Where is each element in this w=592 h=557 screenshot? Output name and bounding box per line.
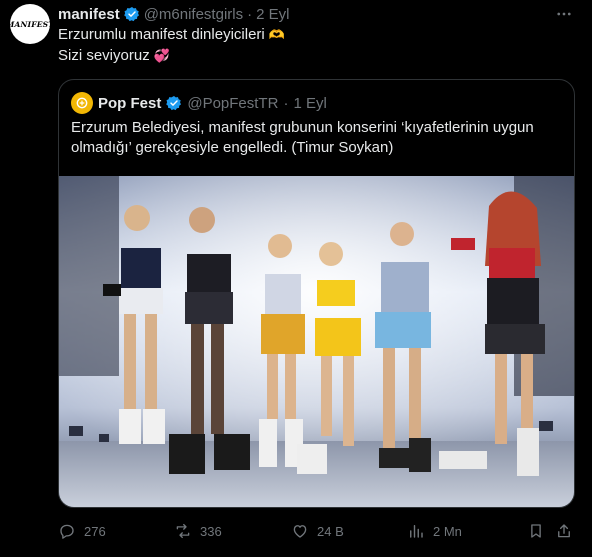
quote-header: Pop Fest @PopFestTR · 1 Eyl [71,92,327,114]
tweet-text-line-2: Sizi seviyoruz 💞 [58,46,170,66]
bookmark-button[interactable] [527,520,545,542]
views-button[interactable]: 2 Mn [407,520,462,542]
like-count: 24 B [317,523,344,539]
tweet-date[interactable]: 2 Eyl [256,6,289,23]
tweet-text-2: Sizi seviyoruz [58,47,150,64]
verified-badge-icon [166,96,182,111]
reply-count: 276 [84,523,106,539]
tweet[interactable]: MANIFEST manifest @m6nifestgirls · 2 Eyl… [0,0,592,557]
repost-count: 336 [200,523,222,539]
more-dots-icon[interactable] [554,4,574,24]
tweet-text-line-1: Erzurumlu manifest dinleyicileri 🫶 [58,25,285,45]
bookmark-icon [531,524,541,538]
author-name[interactable]: manifest [58,6,120,23]
heart-hands-emoji: 🫶 [268,27,285,42]
tweet-actions: 276 336 24 B 2 Mn [58,520,578,542]
repost-button[interactable]: 336 [174,520,222,542]
two-hearts-emoji: 💞 [153,48,170,63]
reply-icon [60,524,74,539]
share-icon [558,524,570,538]
verified-badge-icon [123,7,139,22]
author-avatar[interactable]: MANIFEST [10,4,50,44]
like-button[interactable]: 24 B [291,520,344,542]
header-separator: · [247,5,253,23]
quote-author-handle[interactable]: @PopFestTR [187,95,278,112]
quote-text: Erzurum Belediyesi, manifest grubunun ko… [71,119,534,156]
tweet-text-1: Erzurumlu manifest dinleyicileri [58,26,265,43]
quote-separator: · [283,94,289,112]
avatar-logo-text: MANIFEST [10,19,50,29]
author-handle[interactable]: @m6nifestgirls [144,6,243,23]
quoted-tweet[interactable]: Pop Fest @PopFestTR · 1 Eyl Erzurum Bele… [58,79,575,508]
views-chart-icon [410,525,423,538]
popfest-avatar[interactable] [71,92,93,114]
tweet-header: manifest @m6nifestgirls · 2 Eyl [58,4,289,24]
reply-button[interactable]: 276 [58,520,106,542]
quote-author-name[interactable]: Pop Fest [98,95,161,112]
share-button[interactable] [555,520,573,542]
popfest-logo-icon [76,97,88,109]
views-count: 2 Mn [433,523,462,539]
quote-date[interactable]: 1 Eyl [293,95,326,112]
concert-photo[interactable] [59,176,574,507]
heart-icon [293,525,307,538]
repost-icon [176,523,190,539]
